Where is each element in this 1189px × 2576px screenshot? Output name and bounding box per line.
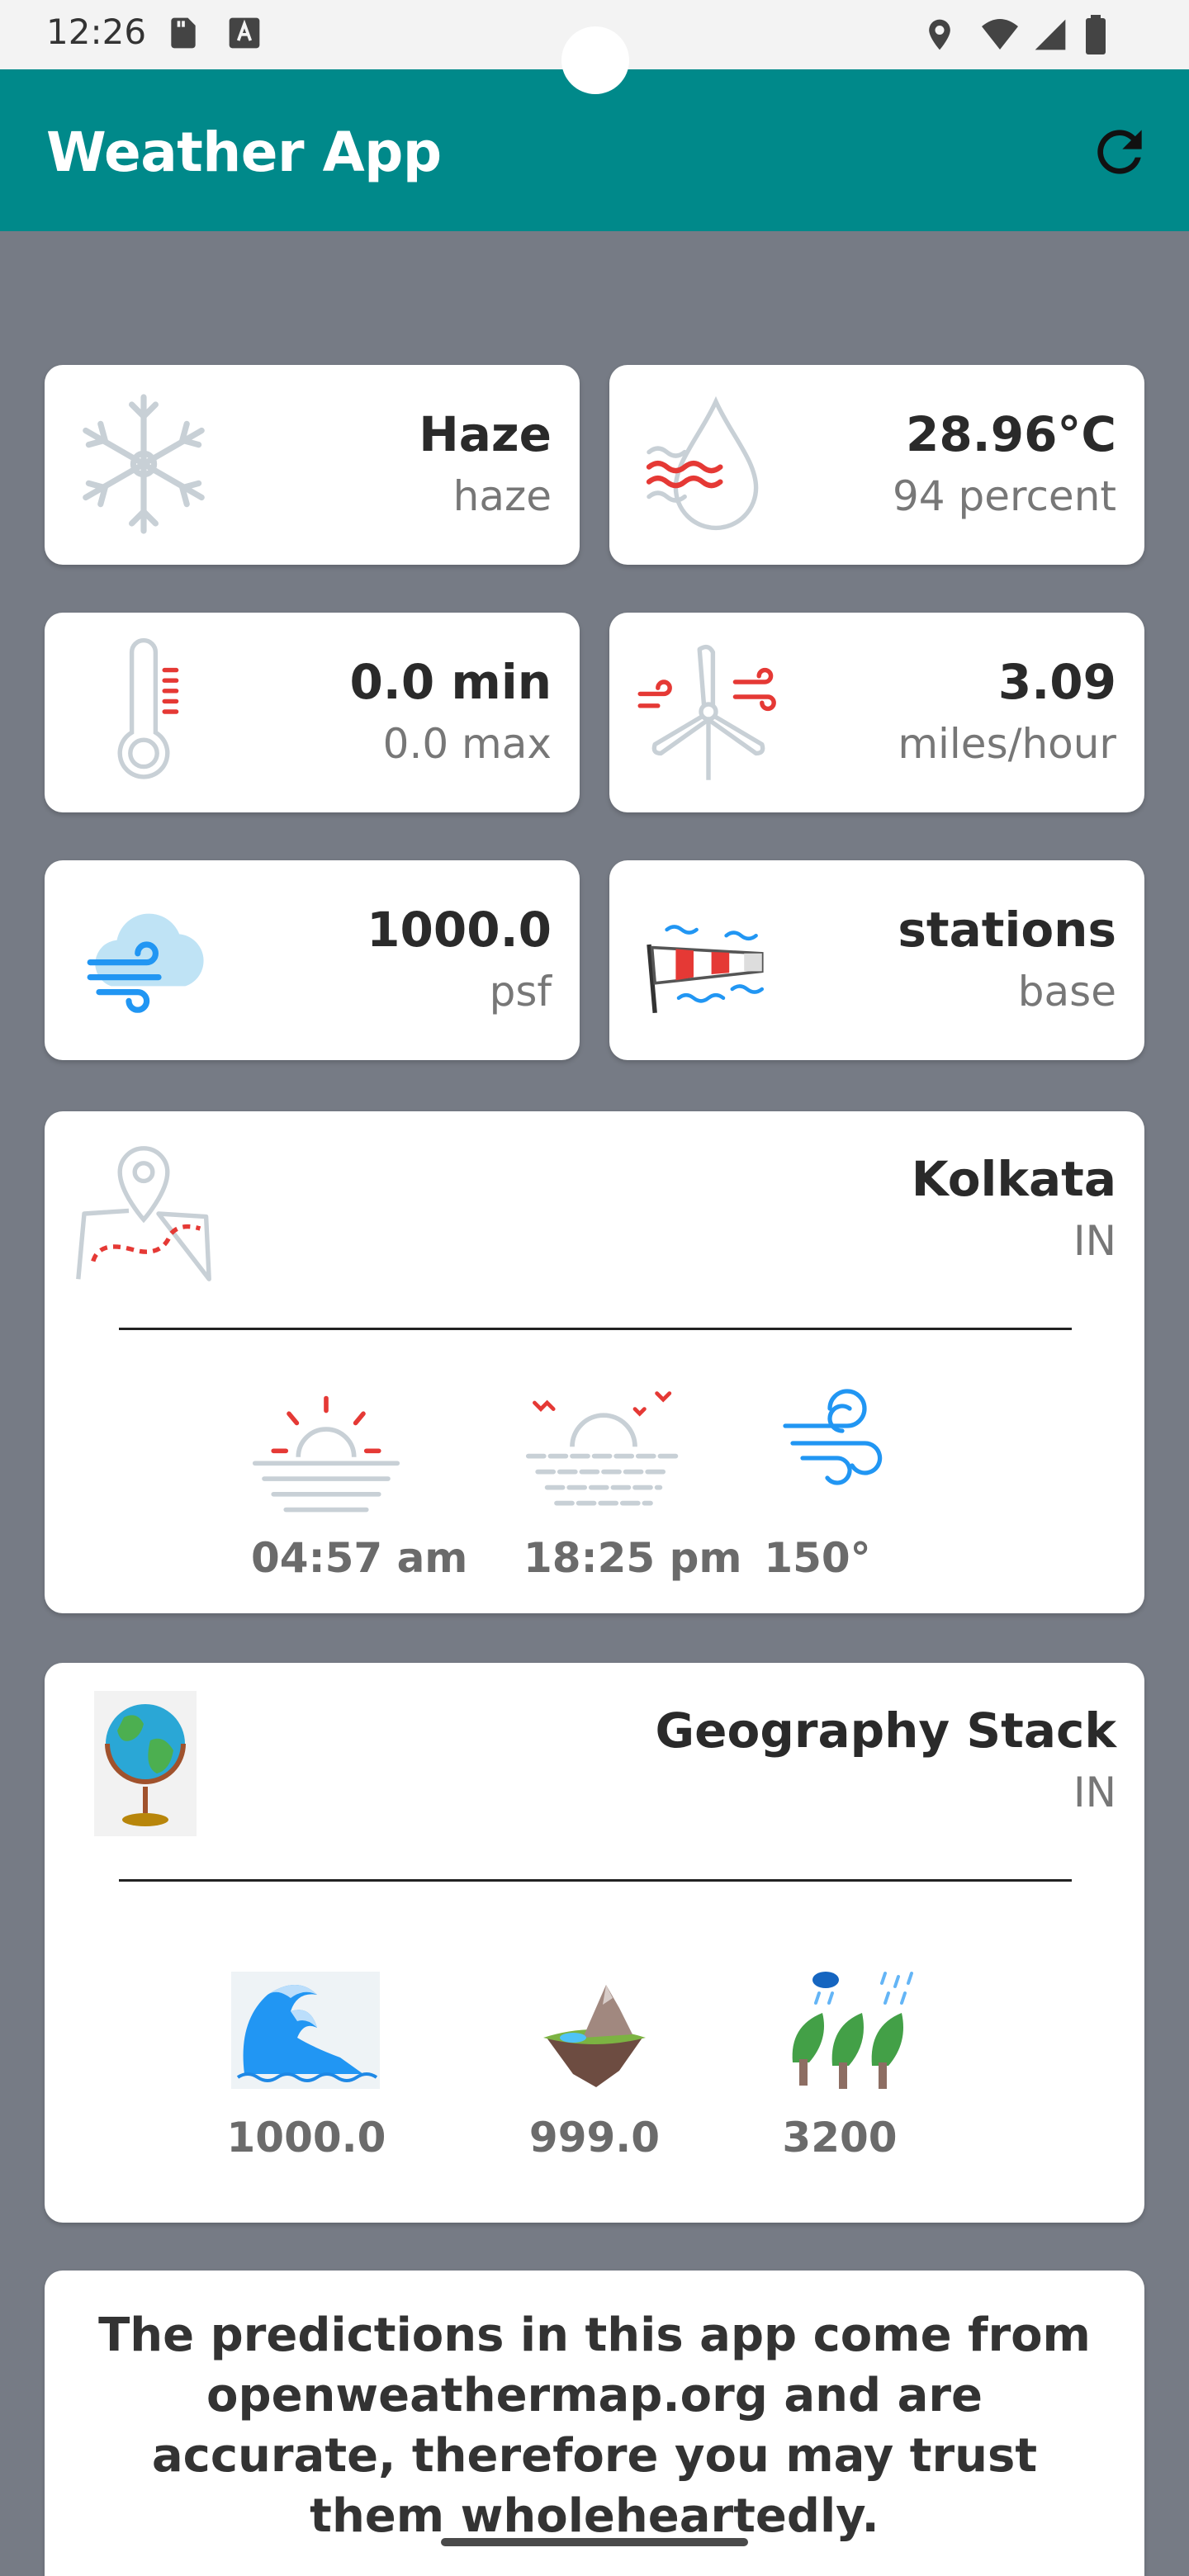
condition-main: Haze — [419, 406, 552, 462]
sd-card-icon — [171, 17, 196, 49]
country-code: IN — [1073, 1217, 1116, 1265]
wind-degree: 150° — [764, 1534, 871, 1582]
geography-title: Geography Stack — [655, 1702, 1116, 1759]
floating-island-icon — [543, 1985, 646, 2087]
sunset-time: 18:25 pm — [523, 1534, 742, 1582]
location-icon — [929, 19, 950, 50]
ground-level-value: 999.0 — [528, 2114, 661, 2162]
windsock-icon — [647, 925, 765, 1014]
wind-unit: miles/hour — [898, 720, 1116, 768]
city-name: Kolkata — [911, 1151, 1116, 1207]
rainy-forest-icon — [792, 1972, 913, 2089]
humidity-card: 28.96°C 94 percent — [609, 365, 1144, 565]
visibility-value: 3200 — [782, 2114, 898, 2162]
temp-range-card: 0.0 min 0.0 max — [45, 613, 580, 812]
wind-card: 3.09 miles/hour — [609, 613, 1144, 812]
temperature-main: 28.96°C — [905, 406, 1116, 462]
wifi-icon — [982, 19, 1018, 50]
wind-speed: 3.09 — [997, 654, 1116, 710]
status-time: 12:26 — [46, 12, 147, 52]
pressure-value: 1000.0 — [367, 902, 552, 958]
sunset-icon — [525, 1391, 682, 1506]
condition-description: haze — [452, 472, 552, 520]
camera-cutout — [561, 26, 629, 94]
pressure-card: 1000.0 psf — [45, 860, 580, 1060]
location-card: Kolkata IN 04:57 am 18:25 pm 150° — [45, 1111, 1144, 1613]
geography-divider — [119, 1879, 1072, 1882]
base-main: stations — [898, 902, 1116, 958]
globe-icon — [94, 1691, 197, 1836]
pressure-unit: psf — [489, 968, 552, 1016]
disclaimer-text: The predictions in this app come from op… — [98, 2308, 1091, 2543]
humidity-value: 94 percent — [892, 472, 1116, 520]
signal-icon — [1035, 19, 1066, 50]
cloud-wind-icon — [87, 913, 204, 1013]
base-card: stations base — [609, 860, 1144, 1060]
snowflake-icon — [83, 394, 205, 534]
battery-icon — [1086, 15, 1106, 54]
home-indicator[interactable] — [441, 2538, 748, 2546]
base-sub: base — [1017, 968, 1116, 1016]
map-pin-icon — [76, 1146, 211, 1281]
condition-card: Haze haze — [45, 365, 580, 565]
sunrise-time: 04:57 am — [251, 1534, 468, 1582]
humidity-drop-icon — [646, 395, 759, 531]
app-title: Weather App — [46, 121, 442, 184]
disclaimer-card: The predictions in this app come from op… — [45, 2271, 1144, 2576]
thermometer-icon — [117, 637, 179, 779]
refresh-button[interactable] — [1087, 119, 1153, 185]
geography-country: IN — [1073, 1769, 1116, 1816]
geography-card: Geography Stack IN 1000.0 999.0 3200 — [45, 1663, 1144, 2223]
sea-wave-icon — [231, 1972, 380, 2089]
sea-level-value: 1000.0 — [226, 2114, 386, 2162]
temp-max: 0.0 max — [382, 720, 552, 768]
sunrise-icon — [252, 1395, 400, 1513]
wind-direction-icon — [783, 1389, 883, 1485]
temp-min: 0.0 min — [349, 654, 552, 710]
location-divider — [119, 1328, 1072, 1330]
font-icon — [229, 17, 260, 49]
wind-turbine-icon — [637, 644, 776, 780]
